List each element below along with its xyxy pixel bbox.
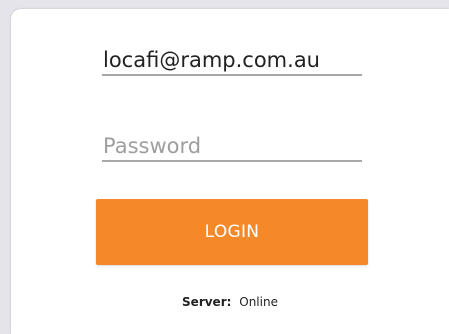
login-button[interactable]: LOGIN bbox=[96, 199, 368, 265]
server-status-label: Server: bbox=[182, 295, 232, 309]
login-button-label: LOGIN bbox=[204, 222, 260, 242]
password-field[interactable]: Password bbox=[102, 133, 362, 162]
email-value: locafi@ramp.com.au bbox=[103, 48, 320, 72]
password-placeholder: Password bbox=[103, 134, 202, 158]
server-status: Server: Online bbox=[11, 295, 449, 309]
email-field[interactable]: locafi@ramp.com.au bbox=[102, 47, 362, 76]
server-status-value: Online bbox=[239, 295, 278, 309]
login-card: locafi@ramp.com.au Password LOGIN Server… bbox=[11, 9, 449, 334]
